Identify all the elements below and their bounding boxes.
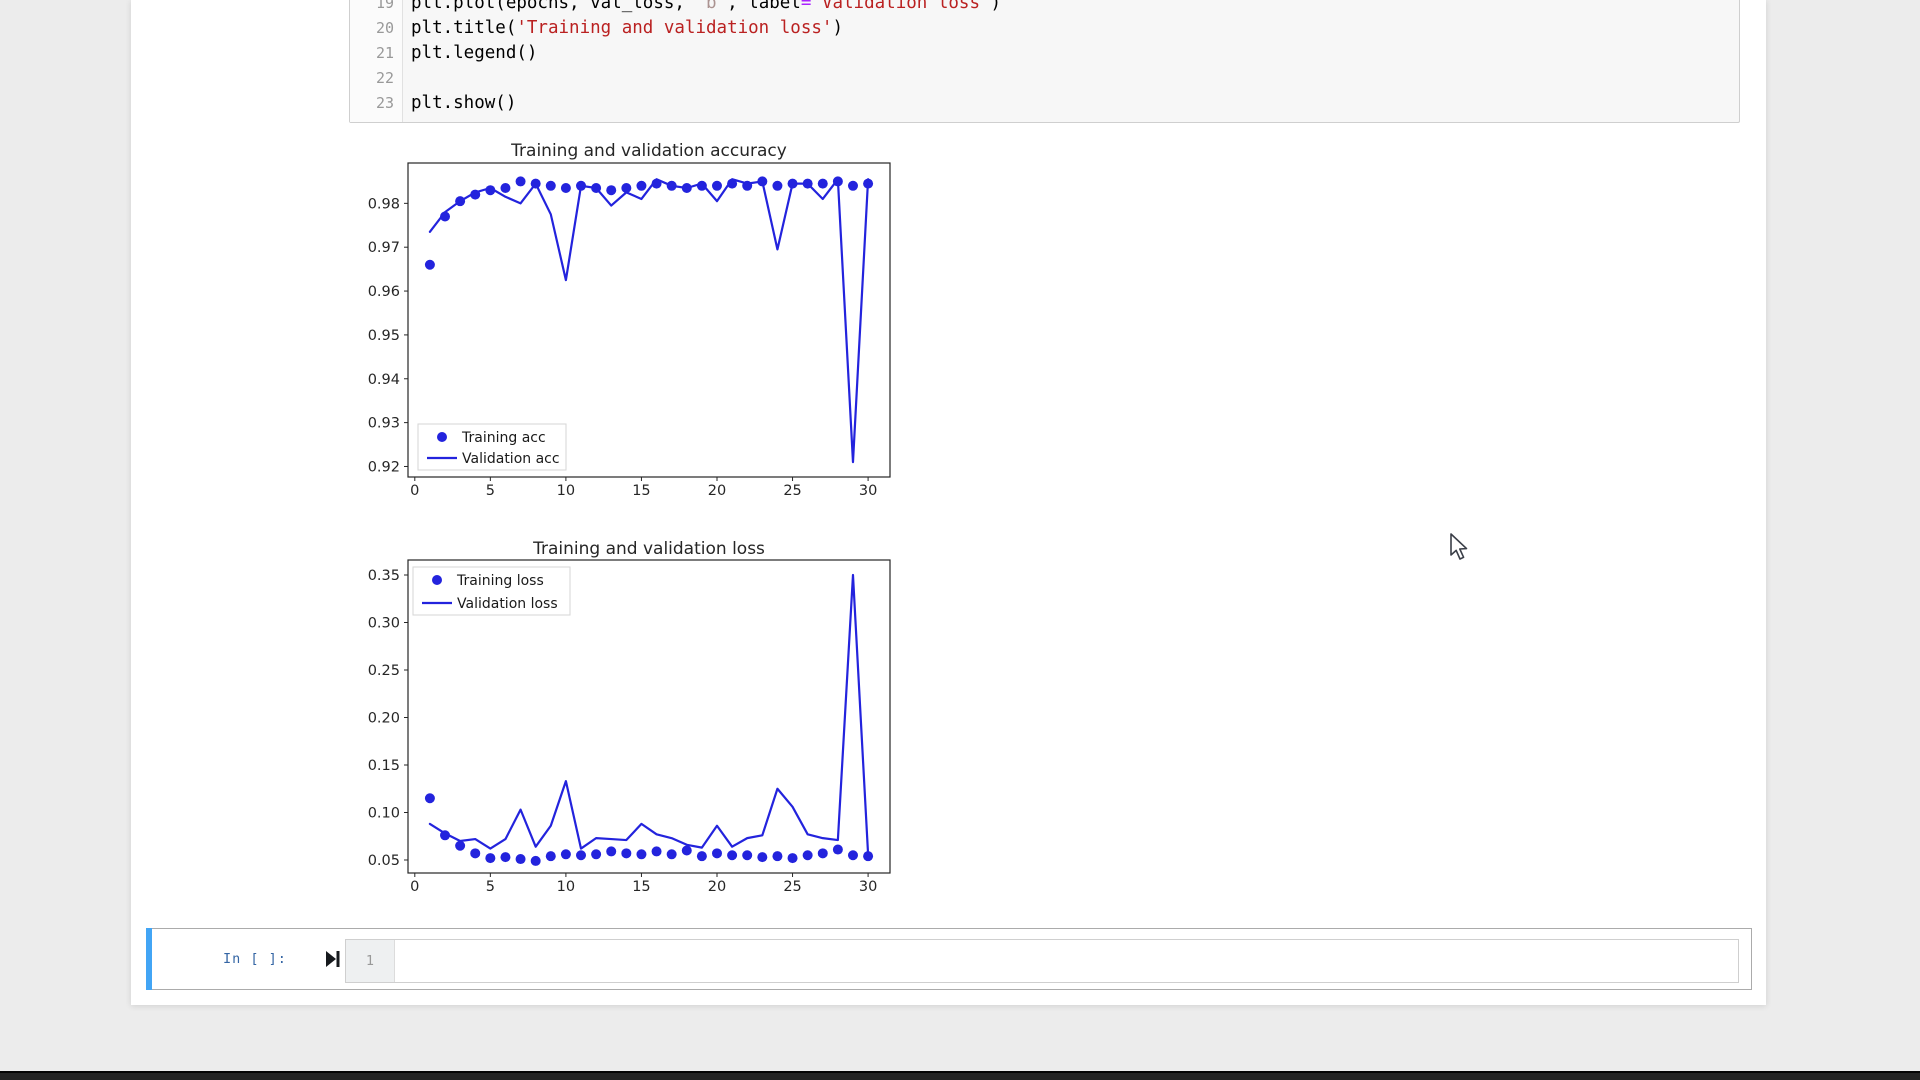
svg-text:30: 30 [859, 879, 877, 895]
code-line [411, 66, 1739, 91]
empty-code-editor[interactable] [395, 940, 1738, 982]
svg-text:Training and validation accura: Training and validation accuracy [510, 141, 787, 161]
svg-text:0.96: 0.96 [368, 284, 400, 300]
output-figure-loss: Training and validation loss 0 5 10 15 20 25 30… [352, 534, 908, 906]
selected-cell-indicator [146, 928, 152, 990]
line-number: 19 [350, 0, 402, 16]
svg-text:0.10: 0.10 [368, 805, 400, 821]
loss-chart: Training and validation loss 0 5 10 15 20 25 30… [352, 534, 908, 906]
line-number: 21 [350, 41, 402, 66]
svg-text:Validation loss: Validation loss [457, 596, 558, 612]
screen-bottom-edge [0, 1071, 1920, 1080]
svg-text:0.05: 0.05 [368, 853, 400, 869]
svg-text:5: 5 [486, 879, 495, 895]
svg-text:0.98: 0.98 [368, 196, 400, 212]
line-number-gutter: 1920212223 [350, 0, 403, 122]
svg-text:15: 15 [632, 879, 650, 895]
line-number-1: 1 [346, 940, 395, 982]
svg-text:Training acc: Training acc [461, 430, 546, 446]
svg-text:0.20: 0.20 [368, 710, 400, 726]
svg-text:0.15: 0.15 [368, 758, 400, 774]
line-number: 20 [350, 16, 402, 41]
code-line: plt.show() [411, 91, 1739, 116]
svg-text:10: 10 [557, 879, 575, 895]
svg-text:Training loss: Training loss [456, 573, 544, 589]
input-prompt: In [ ]: [223, 951, 287, 967]
code-line: plt.plot(epochs, val_loss, 'b', label='V… [411, 0, 1739, 16]
svg-text:Validation acc: Validation acc [462, 451, 560, 467]
svg-text:0.92: 0.92 [368, 459, 400, 475]
code-input-area[interactable]: 1 [345, 939, 1739, 983]
svg-text:25: 25 [783, 879, 801, 895]
svg-text:0.94: 0.94 [368, 372, 400, 388]
svg-text:0.95: 0.95 [368, 328, 400, 344]
svg-text:10: 10 [557, 483, 575, 499]
svg-text:0.93: 0.93 [368, 416, 400, 432]
empty-code-cell[interactable]: In [ ]: 1 [146, 928, 1752, 990]
code-cell-input[interactable]: 1920212223 plt.plot(epochs, val_loss, 'b… [349, 0, 1740, 123]
svg-text:20: 20 [708, 483, 726, 499]
step-forward-icon[interactable] [325, 949, 341, 969]
code-line: plt.legend() [411, 41, 1739, 66]
code-line: plt.title('Training and validation loss'… [411, 16, 1739, 41]
svg-text:25: 25 [783, 483, 801, 499]
accuracy-chart: Training and validation accuracy 0 5 10 15 20… [352, 134, 908, 506]
svg-text:0.25: 0.25 [368, 663, 400, 679]
line-number: 22 [350, 66, 402, 91]
svg-text:0.35: 0.35 [368, 568, 400, 584]
svg-text:20: 20 [708, 879, 726, 895]
output-figure-accuracy: Training and validation accuracy 0 5 10 15 20… [352, 134, 908, 506]
svg-text:0.97: 0.97 [368, 240, 400, 256]
svg-text:30: 30 [859, 483, 877, 499]
svg-text:0: 0 [410, 483, 419, 499]
svg-text:0: 0 [410, 879, 419, 895]
svg-text:Training and validation loss: Training and validation loss [532, 539, 765, 559]
svg-text:0.30: 0.30 [368, 616, 400, 632]
code-editor[interactable]: plt.plot(epochs, val_loss, 'b', label='V… [403, 0, 1739, 122]
page-bg: 1920212223 plt.plot(epochs, val_loss, 'b… [0, 0, 1920, 1080]
mouse-cursor [1448, 532, 1472, 562]
svg-text:15: 15 [632, 483, 650, 499]
line-number: 23 [350, 91, 402, 116]
svg-text:5: 5 [486, 483, 495, 499]
